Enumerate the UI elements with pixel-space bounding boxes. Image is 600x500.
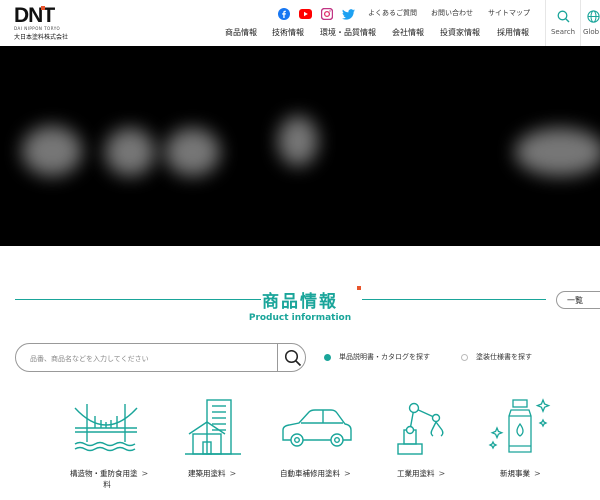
radio-spec-label: 塗装仕様書を探す bbox=[476, 353, 532, 361]
radio-catalog[interactable]: 単品説明書・カタログを探す bbox=[324, 352, 430, 362]
twitter-icon[interactable] bbox=[341, 7, 355, 21]
category-architecture-label[interactable]: 建築用塗料 > bbox=[188, 468, 236, 479]
youtube-icon[interactable] bbox=[298, 7, 312, 21]
hero-blur-shape bbox=[22, 126, 82, 176]
category-label-text: 自動車補修用塗料 bbox=[280, 469, 340, 478]
category-structures[interactable] bbox=[51, 398, 161, 454]
list-all-button[interactable]: 一覧 bbox=[556, 291, 600, 309]
hero-blur-shape bbox=[278, 116, 318, 166]
company-name: 大日本塗料株式会社 bbox=[14, 34, 69, 41]
global-button[interactable]: Glob bbox=[583, 0, 600, 46]
category-architecture[interactable] bbox=[158, 398, 268, 456]
category-label-text: 構造物・重防食用塗 bbox=[70, 469, 138, 478]
instagram-icon[interactable] bbox=[320, 7, 334, 21]
robot-arm-icon bbox=[397, 402, 444, 455]
hero-blur-shape bbox=[165, 128, 220, 176]
section-subtitle: Product information bbox=[248, 313, 352, 323]
search-divider bbox=[277, 344, 278, 371]
hero-blur-shape bbox=[105, 128, 155, 176]
nav-environment-quality[interactable]: 環境・品質情報 bbox=[320, 27, 376, 38]
nav-recruit[interactable]: 採用情報 bbox=[497, 27, 529, 38]
nav-company[interactable]: 会社情報 bbox=[392, 27, 424, 38]
category-label-text: 工業用塗料 bbox=[397, 469, 435, 478]
category-auto-refinish-label[interactable]: 自動車補修用塗料 > bbox=[280, 468, 351, 479]
search-button-label: Search bbox=[550, 28, 576, 36]
title-accent-square bbox=[357, 286, 361, 290]
radio-selected-dot bbox=[324, 353, 331, 361]
chevron-right-icon: > bbox=[438, 469, 446, 478]
hero-blur-shape bbox=[515, 128, 600, 176]
section-title: 商品情報 bbox=[262, 292, 338, 312]
chevron-right-icon: > bbox=[344, 469, 351, 478]
radio-spec[interactable]: 塗装仕様書を探す bbox=[461, 352, 532, 362]
global-button-label: Glob bbox=[583, 28, 600, 36]
category-label-text: 新規事業 bbox=[500, 469, 530, 478]
contact-link[interactable]: お問い合わせ bbox=[431, 8, 473, 18]
search-button[interactable]: Search bbox=[546, 0, 580, 46]
category-new-business[interactable] bbox=[467, 398, 577, 456]
product-search-box bbox=[15, 343, 306, 372]
chevron-right-icon: > bbox=[534, 469, 541, 478]
car-icon bbox=[282, 409, 352, 447]
nav-investors[interactable]: 投資家情報 bbox=[440, 27, 480, 38]
radio-unselected-dot bbox=[461, 353, 468, 361]
site-header: DNT DAI NIPPON TORYO 大日本塗料株式会社 よくあるご質問 お… bbox=[0, 0, 600, 46]
logo-accent-square bbox=[41, 6, 45, 10]
facebook-icon[interactable] bbox=[277, 7, 291, 21]
header-divider bbox=[580, 0, 581, 46]
search-submit-icon[interactable] bbox=[284, 349, 302, 367]
logo-mark: DNT bbox=[14, 4, 55, 27]
hero-banner bbox=[0, 46, 600, 246]
category-label-text: 建築用塗料 bbox=[188, 469, 226, 478]
nav-technology[interactable]: 技術情報 bbox=[272, 27, 304, 38]
sitemap-link[interactable]: サイトマップ bbox=[488, 8, 530, 18]
faq-link[interactable]: よくあるご質問 bbox=[368, 8, 417, 18]
globe-icon bbox=[587, 10, 600, 23]
company-logo[interactable]: DNT DAI NIPPON TORYO 大日本塗料株式会社 bbox=[14, 4, 69, 41]
category-industrial[interactable] bbox=[367, 398, 477, 456]
search-icon bbox=[557, 10, 570, 23]
chevron-right-icon: > bbox=[229, 469, 237, 478]
nav-products[interactable]: 商品情報 bbox=[225, 27, 257, 38]
building-icon bbox=[185, 399, 241, 455]
category-label-text: 料 bbox=[103, 480, 111, 489]
chevron-right-icon: > bbox=[141, 469, 149, 478]
bridge-icon bbox=[74, 404, 138, 452]
radio-catalog-label: 単品説明書・カタログを探す bbox=[339, 353, 430, 361]
category-new-business-label[interactable]: 新規事業 > bbox=[500, 468, 541, 479]
bottle-sparkle-icon bbox=[488, 398, 551, 453]
category-structures-label[interactable]: 構造物・重防食用塗 > 料 bbox=[70, 468, 148, 490]
product-search-input[interactable] bbox=[28, 350, 272, 368]
category-industrial-label[interactable]: 工業用塗料 > bbox=[397, 468, 445, 479]
category-auto-refinish[interactable] bbox=[262, 398, 372, 456]
